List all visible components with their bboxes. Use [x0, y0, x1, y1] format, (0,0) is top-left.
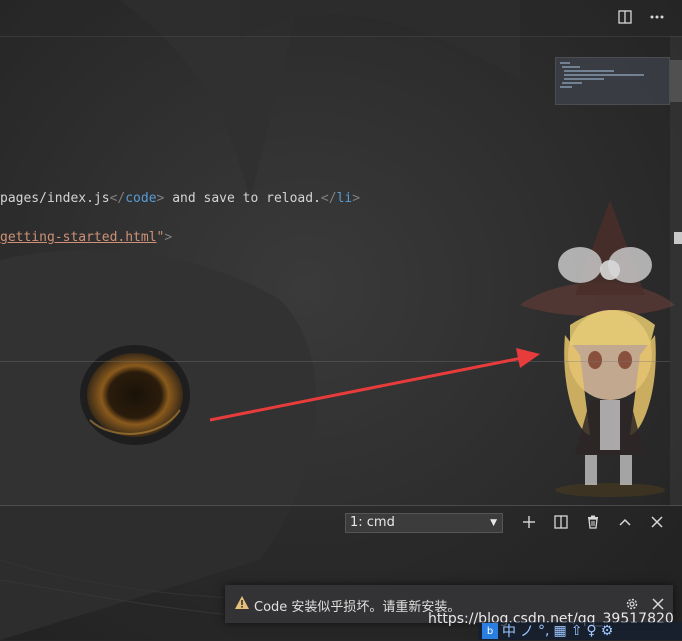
ime-item[interactable]: ▦	[553, 623, 566, 639]
close-panel-icon[interactable]	[648, 513, 666, 531]
warning-icon	[234, 595, 250, 614]
ime-item[interactable]: ノ	[520, 621, 534, 641]
terminal-select[interactable]: 1: cmd ▼	[345, 513, 503, 533]
chevron-down-icon: ▼	[490, 518, 497, 528]
chevron-up-icon[interactable]	[616, 513, 634, 531]
ime-toolbar[interactable]: b 中 ノ °, ▦ ⇧ ♀ ⚙	[478, 622, 682, 640]
trash-icon[interactable]	[584, 513, 602, 531]
ime-item[interactable]: ♀	[586, 623, 596, 639]
ime-item[interactable]: ⇧	[571, 623, 583, 639]
split-terminal-icon[interactable]	[552, 513, 570, 531]
plus-icon[interactable]	[520, 513, 538, 531]
ime-item[interactable]: °,	[538, 623, 549, 639]
ime-logo[interactable]: b	[482, 623, 498, 639]
ime-item[interactable]: ⚙	[601, 623, 614, 639]
terminal-select-value: 1: cmd	[350, 515, 395, 530]
ime-item[interactable]: 中	[502, 621, 516, 641]
